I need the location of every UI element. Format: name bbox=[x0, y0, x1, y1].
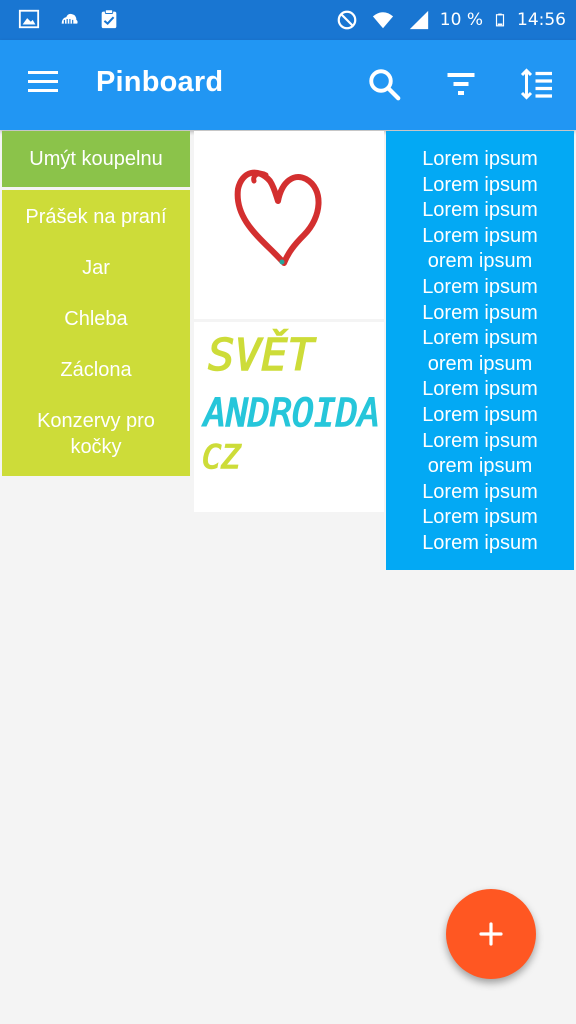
signal-icon bbox=[409, 10, 428, 30]
note-line: Lorem ipsum bbox=[422, 378, 538, 401]
note-line: Lorem ipsum bbox=[422, 506, 538, 529]
list-item: Chleba bbox=[64, 308, 128, 330]
do-not-disturb-icon bbox=[337, 10, 357, 30]
note-card-lorem-ipsum[interactable]: Lorem ipsum Lorem ipsum Lorem ipsum Lore… bbox=[386, 131, 574, 570]
note-line: orem ipsum bbox=[427, 352, 533, 375]
status-bar: 10 % 14:56 bbox=[0, 0, 576, 40]
note-line: Lorem ipsum bbox=[422, 531, 538, 554]
handwriting-line-2: ANDROIDA bbox=[202, 391, 380, 435]
add-note-button[interactable] bbox=[446, 889, 536, 979]
note-line: Lorem ipsum bbox=[422, 327, 538, 350]
filter-icon[interactable] bbox=[443, 66, 479, 102]
note-line: orem ipsum bbox=[427, 455, 533, 478]
sort-icon[interactable] bbox=[519, 66, 555, 102]
handwriting-line-1: SVĚT bbox=[208, 328, 316, 381]
notification-icons bbox=[18, 8, 120, 30]
menu-button[interactable] bbox=[28, 71, 62, 99]
note-line: Lorem ipsum bbox=[422, 173, 538, 196]
note-line: Lorem ipsum bbox=[422, 199, 538, 222]
note-card-shopping-list[interactable]: Prášek na praní Jar Chleba Záclona Konze… bbox=[2, 190, 190, 476]
wifi-icon bbox=[372, 12, 393, 29]
note-text: Umýt koupelnu bbox=[29, 148, 163, 170]
note-line: Lorem ipsum bbox=[422, 148, 538, 170]
clipboard-check-icon bbox=[101, 9, 117, 29]
list-item: Jar bbox=[82, 257, 110, 279]
note-line: Lorem ipsum bbox=[422, 275, 538, 298]
list-item: Záclona bbox=[60, 359, 132, 381]
app-bar: Pinboard bbox=[0, 40, 576, 130]
note-line: Lorem ipsum bbox=[422, 429, 538, 452]
drawing-card-svet-androida[interactable]: SVĚT ANDROIDA CZ bbox=[194, 322, 384, 512]
note-line: Lorem ipsum bbox=[422, 403, 538, 426]
list-item: Prášek na praní bbox=[25, 206, 167, 228]
cloud-icon bbox=[61, 13, 78, 24]
battery-icon bbox=[495, 13, 505, 27]
handwriting-drawing: SVĚT ANDROIDA CZ bbox=[201, 327, 381, 477]
list-item-continuation: kočky bbox=[70, 436, 122, 458]
note-line: Lorem ipsum bbox=[422, 224, 538, 247]
note-card-umyt-koupelnu[interactable]: Umýt koupelnu bbox=[2, 131, 190, 187]
note-line: Lorem ipsum bbox=[422, 301, 538, 324]
battery-percent: 10 % bbox=[439, 10, 483, 30]
clock: 14:56 bbox=[517, 10, 566, 30]
note-line: Lorem ipsum bbox=[422, 480, 538, 503]
menu-icon bbox=[28, 71, 62, 92]
system-icons: 10 % 14:56 bbox=[336, 0, 566, 40]
handwriting-line-3: CZ bbox=[202, 438, 241, 476]
image-icon bbox=[18, 9, 40, 29]
app-title: Pinboard bbox=[96, 66, 224, 98]
note-line: orem ipsum bbox=[427, 250, 533, 273]
search-icon[interactable] bbox=[366, 66, 402, 102]
drawing-card-heart[interactable] bbox=[194, 131, 384, 319]
list-item: Konzervy pro bbox=[37, 410, 155, 432]
plus-icon bbox=[479, 922, 503, 946]
heart-drawing bbox=[234, 169, 322, 266]
